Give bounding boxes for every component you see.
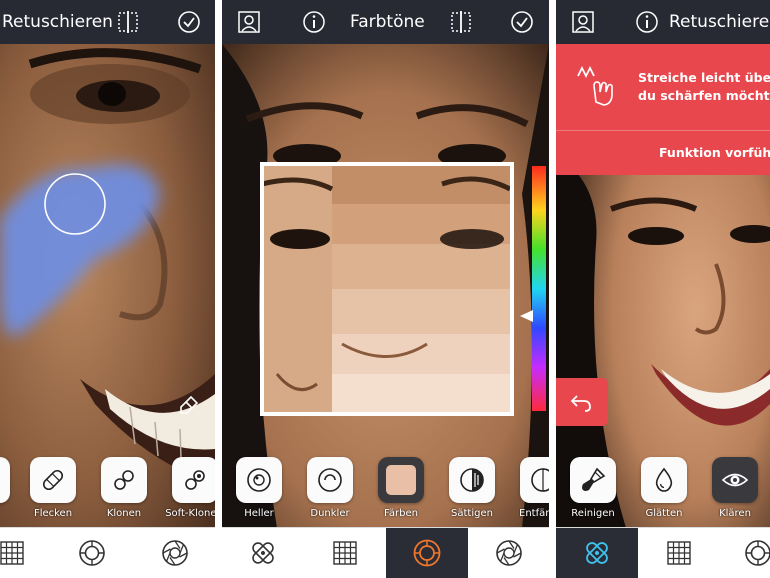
undo-icon [570, 395, 591, 412]
tool-label: Klären [719, 508, 751, 519]
left-panel: Retuschieren Flecken Klonen Soft-Klone [0, 0, 215, 578]
eye-icon [721, 473, 749, 487]
bandage-icon [252, 542, 274, 564]
tool-saettigen-button[interactable] [449, 457, 495, 503]
tool-soft-klonen-button[interactable] [172, 457, 215, 503]
tool-reinigen-button[interactable] [570, 457, 616, 503]
tool-label: Entfärben [519, 508, 549, 519]
screen-title: Retuschieren [2, 12, 113, 32]
bottom-nav [556, 527, 770, 578]
nav-bandage-button[interactable] [556, 528, 638, 578]
face-photo-middle [222, 44, 549, 528]
lens-icon [745, 540, 770, 566]
tool-label: Dunkler [310, 508, 350, 519]
lighten-icon [247, 468, 271, 492]
hint-text-line2: du schärfen möchtest [638, 88, 770, 103]
tool-heller-button[interactable] [236, 457, 282, 503]
aperture-icon [162, 540, 188, 566]
bottom-nav [222, 527, 549, 578]
lens-icon [413, 539, 441, 567]
portrait-icon[interactable] [571, 10, 595, 34]
desaturate-icon [531, 468, 549, 492]
brush-icon [582, 467, 606, 491]
eraser-icon[interactable] [176, 390, 202, 416]
nav-grid-button[interactable] [0, 528, 44, 578]
compare-icon[interactable] [116, 10, 140, 34]
tool-label: Soft-Klonen [165, 508, 215, 519]
nav-aperture-button[interactable] [143, 528, 207, 578]
hint-text-line1: Streiche leicht über [638, 70, 770, 85]
hint-banner: Streiche leicht über du schärfen möchtes… [556, 44, 770, 130]
tool-faerben-button[interactable] [378, 457, 424, 503]
darken-icon [318, 468, 342, 492]
middle-panel: Farbtöne Heller Dunkler Färben Sättigen … [222, 0, 549, 578]
demo-button-label: Funktion vorführen [659, 145, 770, 160]
compare-icon[interactable] [449, 10, 473, 34]
nav-lens-button[interactable] [386, 528, 468, 578]
saturation-icon [460, 468, 484, 492]
tool-label: Glätten [645, 508, 683, 519]
bottom-nav [0, 527, 215, 578]
drop-icon [655, 467, 673, 492]
grid-icon [0, 541, 24, 565]
top-bar: Retuschieren [556, 0, 770, 44]
lens-icon [79, 540, 105, 566]
clone-icon [114, 470, 134, 490]
tool-flecken-button[interactable] [30, 457, 76, 503]
nav-bandage-button[interactable] [222, 528, 304, 578]
nav-lens-button[interactable] [728, 528, 770, 578]
color-swatch-icon [386, 465, 416, 495]
bandage-icon [586, 542, 608, 564]
demo-button[interactable]: Funktion vorführen [556, 130, 770, 175]
screen-title: Farbtöne [350, 12, 425, 32]
nav-grid-button[interactable] [304, 528, 386, 578]
checkmark-icon[interactable] [177, 10, 201, 34]
grid-icon [333, 541, 357, 565]
swipe-hand-icon [577, 65, 613, 106]
portrait-icon[interactable] [237, 10, 261, 34]
tool-glaetten-button[interactable] [641, 457, 687, 503]
soft-clone-icon [185, 470, 205, 490]
checkmark-icon[interactable] [510, 10, 534, 34]
tool-dunkler-button[interactable] [307, 457, 353, 503]
top-bar: Retuschieren [0, 0, 215, 44]
tool-klaeren-button[interactable] [712, 457, 758, 503]
grid-icon [667, 541, 691, 565]
nav-aperture-button[interactable] [468, 528, 549, 578]
right-panel: Streiche leicht über du schärfen möchtes… [556, 0, 770, 578]
screen-title: Retuschieren [669, 12, 770, 32]
tool-label: Flecken [33, 508, 73, 519]
tool-label: Sättigen [451, 508, 493, 519]
tool-label: Klonen [106, 508, 142, 519]
top-bar: Farbtöne [222, 0, 549, 44]
info-icon[interactable] [635, 10, 659, 34]
info-icon[interactable] [302, 10, 326, 34]
tool-entfaerben-button[interactable] [520, 457, 549, 503]
tool-label: Reinigen [571, 508, 615, 519]
tool-label: Färben [384, 508, 418, 519]
aperture-icon [495, 540, 522, 566]
face-photo-left [0, 44, 215, 528]
nav-grid-button[interactable] [638, 528, 720, 578]
tool-klonen-button[interactable] [101, 457, 147, 503]
tool-label: Heller [244, 508, 274, 519]
bandage-icon [42, 469, 64, 491]
undo-button[interactable] [556, 378, 608, 426]
tool-partial[interactable] [0, 457, 10, 503]
nav-lens-button[interactable] [60, 528, 124, 578]
